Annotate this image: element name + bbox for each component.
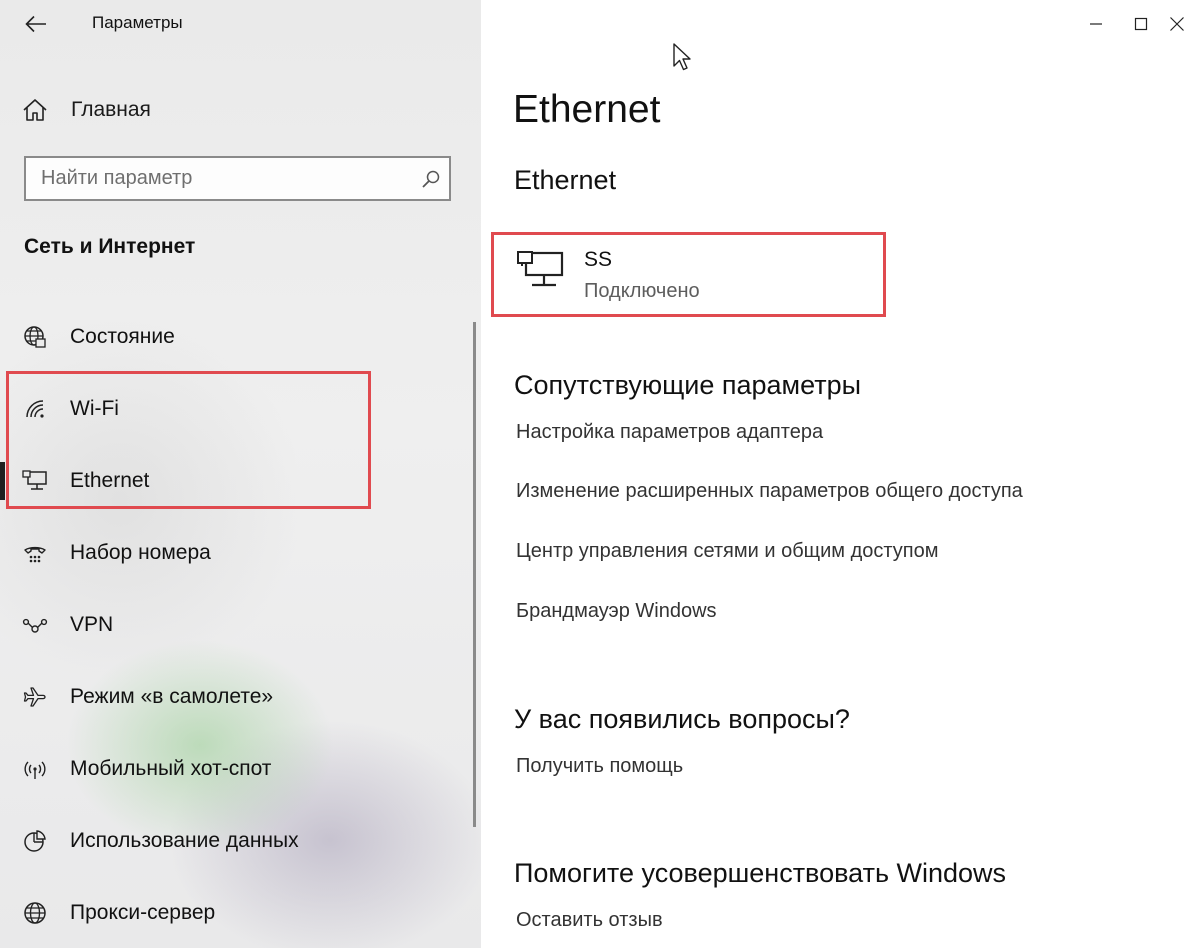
connection-name: SS bbox=[584, 248, 613, 271]
app-title: Параметры bbox=[92, 13, 183, 32]
sidebar-item-hotspot[interactable]: Мобильный хот-спот bbox=[0, 743, 470, 795]
sharing-settings-link[interactable]: Изменение расширенных параметров общего … bbox=[516, 480, 1023, 503]
related-settings-title: Сопутствующие параметры bbox=[514, 370, 862, 400]
search-icon[interactable] bbox=[413, 158, 449, 199]
sidebar-item-data-usage[interactable]: Использование данных bbox=[0, 815, 470, 867]
search-box[interactable] bbox=[24, 156, 451, 201]
mouse-cursor-icon bbox=[672, 42, 692, 72]
feedback-link[interactable]: Оставить отзыв bbox=[516, 909, 663, 932]
connection-status: Подключено bbox=[584, 280, 700, 302]
questions-title: У вас появились вопросы? bbox=[514, 704, 850, 734]
sidebar-scrollbar[interactable] bbox=[473, 322, 476, 827]
home-icon bbox=[22, 98, 48, 122]
sidebar: Параметры Главная Сеть и Интернет Состоя… bbox=[0, 0, 481, 948]
connection-card[interactable]: SS Подключено bbox=[491, 232, 886, 317]
dialup-icon bbox=[22, 540, 48, 566]
selected-indicator bbox=[0, 462, 5, 500]
back-arrow-icon bbox=[25, 15, 47, 33]
sidebar-item-label: Использование данных bbox=[70, 829, 299, 852]
home-nav-item[interactable]: Главная bbox=[22, 92, 151, 128]
sidebar-item-label: Прокси-сервер bbox=[70, 901, 216, 924]
section-title: Ethernet bbox=[514, 165, 617, 195]
ethernet-network-icon bbox=[516, 249, 566, 291]
home-label: Главная bbox=[71, 98, 151, 121]
feedback-title: Помогите усовершенствовать Windows bbox=[514, 858, 1007, 888]
hotspot-icon bbox=[22, 756, 48, 782]
adapter-settings-link[interactable]: Настройка параметров адаптера bbox=[516, 421, 823, 444]
network-center-link[interactable]: Центр управления сетями и общим доступом bbox=[516, 540, 939, 563]
get-help-link[interactable]: Получить помощь bbox=[516, 755, 683, 778]
sidebar-item-label: Режим «в самолете» bbox=[70, 685, 274, 708]
annotation-highlight-box bbox=[6, 371, 371, 509]
sidebar-item-proxy[interactable]: Прокси-сервер bbox=[0, 887, 470, 939]
minimize-spacer bbox=[1073, 0, 1119, 48]
main-content: Ethernet Ethernet SS Подключено Сопутств… bbox=[481, 0, 1200, 948]
sidebar-item-dialup[interactable]: Набор номера bbox=[0, 527, 470, 579]
search-input[interactable] bbox=[26, 157, 413, 200]
firewall-link[interactable]: Брандмауэр Windows bbox=[516, 600, 717, 623]
sidebar-item-status[interactable]: Состояние bbox=[0, 311, 470, 363]
sidebar-item-label: Набор номера bbox=[70, 541, 211, 564]
sidebar-item-airplane[interactable]: Режим «в самолете» bbox=[0, 671, 470, 723]
sidebar-item-label: Состояние bbox=[70, 325, 175, 348]
close-icon bbox=[1169, 16, 1185, 32]
vpn-icon bbox=[22, 612, 48, 638]
back-button[interactable] bbox=[16, 6, 56, 42]
globe-status-icon bbox=[22, 324, 48, 350]
close-button[interactable] bbox=[1154, 0, 1200, 48]
maximize-icon bbox=[1134, 17, 1148, 31]
data-usage-icon bbox=[22, 828, 48, 854]
globe-icon bbox=[22, 900, 48, 926]
section-title: Сеть и Интернет bbox=[24, 235, 196, 258]
sidebar-item-label: VPN bbox=[70, 613, 114, 636]
airplane-icon bbox=[22, 684, 48, 710]
page-title: Ethernet bbox=[513, 88, 661, 131]
sidebar-item-vpn[interactable]: VPN bbox=[0, 599, 470, 651]
sidebar-item-label: Мобильный хот-спот bbox=[70, 757, 272, 780]
